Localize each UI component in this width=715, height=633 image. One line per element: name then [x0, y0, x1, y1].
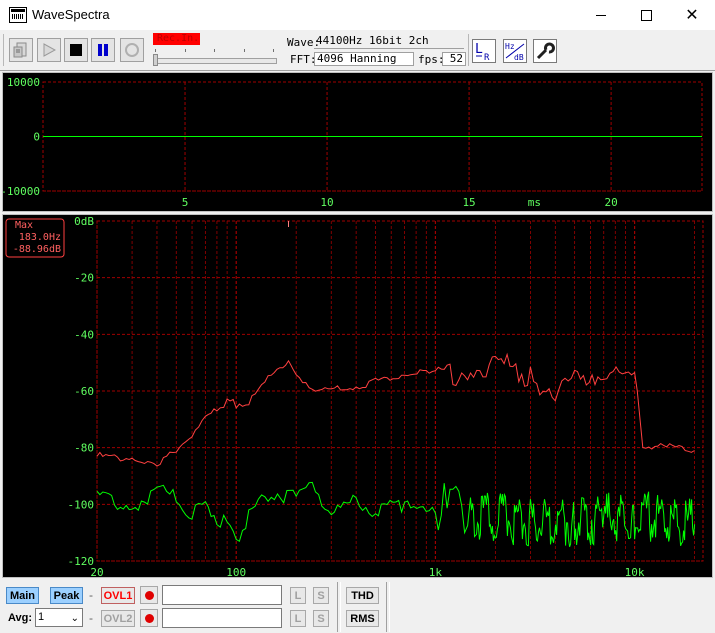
record-icon — [144, 590, 154, 600]
maximize-icon — [640, 9, 652, 21]
spectrum-x-tick-label: 100 — [226, 566, 246, 577]
window-title: WaveSpectra — [32, 7, 110, 22]
minimize-icon — [596, 14, 606, 16]
main-button[interactable]: Main — [6, 587, 39, 604]
ovl1-record-button[interactable] — [140, 586, 158, 604]
pause-button[interactable] — [91, 38, 115, 62]
loop-icon — [125, 43, 139, 57]
record-icon — [144, 613, 154, 623]
svg-text:R: R — [484, 53, 490, 62]
close-button[interactable]: ✕ — [669, 0, 715, 30]
spectrum-x-tick-label: 10k — [625, 566, 645, 577]
separator-dash-2: - — [89, 611, 93, 625]
rec-level-slider[interactable] — [153, 58, 277, 64]
ovl1-button[interactable]: OVL1 — [101, 587, 135, 604]
app-icon — [9, 7, 27, 23]
spectrum-y-tick-label: -20 — [74, 272, 94, 285]
svg-text:dB: dB — [514, 53, 524, 62]
spectrum-trace-peak — [96, 352, 695, 467]
channel-lr-button[interactable]: LR — [472, 39, 496, 63]
waveform-chart[interactable]: 10000 0 -10000 5 10 15 20 ms — [0, 73, 712, 211]
ovl1-save-button[interactable]: S — [313, 587, 329, 604]
waveform-panel: 10000 0 -10000 5 10 15 20 ms — [0, 72, 713, 212]
peak-button[interactable]: Peak — [50, 587, 83, 604]
wave-y-tick-label: 10000 — [7, 76, 40, 89]
rms-button[interactable]: RMS — [346, 610, 379, 627]
rec-level-thumb[interactable] — [153, 54, 158, 66]
wave-format-value: 44100Hz 16bit 2ch — [314, 35, 464, 49]
ovl2-button[interactable]: OVL2 — [101, 610, 135, 627]
fps-value: 52 — [442, 52, 466, 66]
max-level: -88.96dB — [13, 244, 61, 255]
stop-icon — [70, 44, 82, 56]
wave-x-tick-label: 15 — [462, 196, 475, 209]
thd-button[interactable]: THD — [346, 587, 379, 604]
spectrum-x-tick-label: 20 — [90, 566, 103, 577]
hz-db-icon: Hz dB — [505, 42, 525, 62]
svg-text:Hz: Hz — [505, 42, 515, 51]
ovl1-file-field[interactable] — [162, 585, 282, 605]
settings-button[interactable] — [533, 39, 557, 63]
wave-x-tick-label: 5 — [182, 196, 189, 209]
ovl2-file-field[interactable] — [162, 608, 282, 628]
spectrum-y-tick-label: -80 — [74, 442, 94, 455]
title-bar: WaveSpectra ✕ — [0, 0, 715, 30]
ovl2-save-button[interactable]: S — [313, 610, 329, 627]
hz-db-scale-button[interactable]: Hz dB — [503, 39, 527, 63]
rec-input-label: Rec.In. — [153, 33, 200, 45]
loop-button[interactable] — [120, 38, 144, 62]
spectrum-x-tick-label: 1k — [429, 566, 443, 577]
play-icon — [43, 43, 56, 57]
wave-y-tick-label: -10000 — [3, 185, 40, 198]
stop-button[interactable] — [64, 38, 88, 62]
spectrum-chart[interactable]: 0dB-20-40-60-80-100-12020 100 1k 10kMax183.… — [3, 215, 712, 579]
file-icon — [13, 42, 27, 58]
chevron-down-icon: ⌄ — [70, 613, 79, 624]
max-frequency: 183.0Hz — [19, 232, 61, 243]
fft-label: FFT: — [290, 53, 317, 66]
wrench-icon — [536, 42, 555, 60]
close-icon: ✕ — [685, 7, 699, 24]
fft-setting-value: 4096 Hanning — [314, 52, 414, 66]
wave-x-tick-label: 20 — [604, 196, 617, 209]
ovl2-load-button[interactable]: L — [290, 610, 306, 627]
avg-label: Avg: — [8, 612, 33, 624]
svg-text:L: L — [475, 42, 483, 57]
spectrum-y-tick-label: 0dB — [74, 215, 94, 228]
record-input-button[interactable] — [9, 38, 33, 62]
play-button[interactable] — [37, 38, 61, 62]
maximize-button[interactable] — [623, 0, 669, 30]
avg-value: 1 — [38, 611, 45, 623]
spectrum-y-tick-label: -40 — [74, 328, 94, 341]
fps-label: fps: — [418, 53, 445, 66]
wave-x-unit-label: ms — [528, 196, 541, 209]
avg-select[interactable]: 1 ⌄ — [35, 608, 83, 627]
spectrum-y-tick-label: -100 — [68, 498, 95, 511]
minimize-button[interactable] — [578, 0, 624, 30]
ovl2-record-button[interactable] — [140, 609, 158, 627]
spectrum-panel: 0dB -20 -40 -60 -80 -100 -120 20 100 1k 10k Max 183.… — [2, 214, 713, 579]
spectrum-y-tick-label: -60 — [74, 385, 94, 398]
separator-dash: - — [89, 588, 93, 602]
max-title: Max — [15, 220, 33, 231]
wave-y-tick-label: 0 — [33, 131, 40, 144]
spectrum-trace-main — [96, 481, 696, 547]
lr-channel-icon: LR — [475, 42, 490, 63]
pause-icon — [98, 44, 108, 56]
wave-x-tick-label: 10 — [320, 196, 333, 209]
ovl1-load-button[interactable]: L — [290, 587, 306, 604]
